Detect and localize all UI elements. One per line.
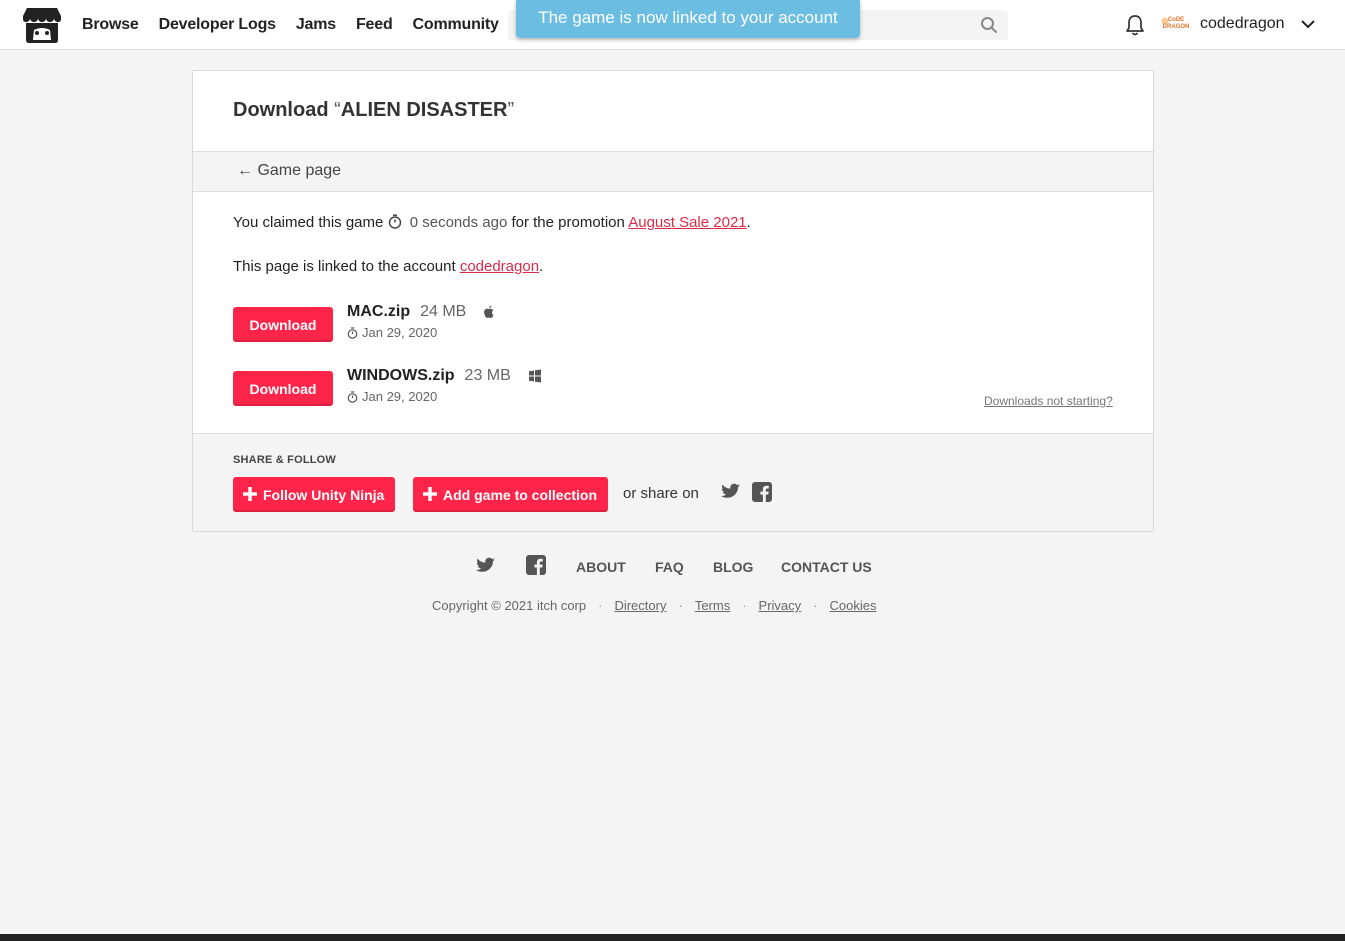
downloads-not-starting-link[interactable]: Downloads not starting? (984, 394, 1113, 408)
claimed-period: . (746, 214, 751, 231)
stopwatch-icon (347, 327, 358, 339)
download-card: Download “ALIEN DISASTER” ← Game page Yo… (192, 70, 1154, 532)
file-name: WINDOWS.zip 23 MB (347, 367, 511, 385)
windows-icon (529, 369, 541, 383)
copyright-row: Copyright © 2021 itch corp · Directory · Ter… (432, 598, 876, 613)
title-quote-close: ” (507, 99, 515, 121)
twitter-icon[interactable] (476, 557, 496, 575)
nav-developer-logs[interactable]: Developer Logs (159, 16, 276, 34)
add-to-collection-label: Add game to collection (443, 486, 598, 503)
claimed-prefix: You claimed this game (233, 214, 384, 231)
file-name-text: WINDOWS.zip (347, 367, 455, 384)
separator: · (742, 598, 747, 613)
footer-faq-link[interactable]: FAQ (655, 559, 684, 575)
back-bar: ← Game page (193, 151, 1153, 192)
claimed-text: You claimed this game 0 seconds ago for … (233, 214, 751, 231)
claimed-middle: for the promotion (511, 214, 625, 231)
nav-feed[interactable]: Feed (356, 16, 393, 34)
plus-icon (423, 487, 437, 501)
nav-jams[interactable]: Jams (296, 16, 336, 34)
bell-icon[interactable] (1124, 14, 1146, 36)
notification-toast: The game is now linked to your account (516, 0, 860, 38)
file-size: 23 MB (464, 367, 511, 384)
arrow-left-icon: ← (237, 162, 253, 179)
copyright-text: Copyright © 2021 itch corp (432, 598, 587, 613)
linked-prefix: This page is linked to the account (233, 258, 456, 275)
linked-period: . (539, 258, 544, 275)
facebook-icon[interactable] (526, 555, 546, 575)
bottom-bar (0, 934, 1345, 941)
game-name: ALIEN DISASTER (340, 99, 508, 121)
svg-text:CoDE: CoDE (1168, 17, 1184, 23)
username-label[interactable]: codedragon (1200, 15, 1285, 33)
follow-button-label: Follow Unity Ninja (263, 486, 385, 503)
twitter-icon[interactable] (721, 483, 741, 501)
or-share-label: or share on (623, 485, 699, 502)
file-date-text: Jan 29, 2020 (362, 325, 438, 340)
nav-community[interactable]: Community (413, 16, 499, 34)
main-nav: Browse Developer Logs Jams Feed Communit… (82, 0, 519, 50)
separator: · (598, 598, 603, 613)
stopwatch-icon (347, 391, 358, 403)
avatar[interactable]: CoDE DRAGON (1160, 13, 1190, 35)
search-icon[interactable] (980, 16, 998, 34)
privacy-link[interactable]: Privacy (759, 598, 802, 613)
page-title: Download “ALIEN DISASTER” (233, 99, 514, 122)
promotion-link[interactable]: August Sale 2021 (628, 214, 746, 231)
download-button[interactable]: Download (233, 371, 333, 406)
linked-account-text: This page is linked to the account coded… (233, 258, 543, 275)
share-follow-section: SHARE & FOLLOW Follow Unity Ninja Add ga… (193, 433, 1153, 531)
facebook-icon[interactable] (752, 482, 772, 502)
linked-account-link[interactable]: codedragon (460, 258, 539, 275)
separator: · (678, 598, 683, 613)
game-page-link[interactable]: ← Game page (237, 162, 341, 180)
download-button[interactable]: Download (233, 307, 333, 342)
site-header: Browse Developer Logs Jams Feed Communit… (0, 0, 1345, 50)
svg-text:DRAGON: DRAGON (1163, 24, 1190, 30)
footer-contact-link[interactable]: CONTACT US (781, 559, 872, 575)
follow-button[interactable]: Follow Unity Ninja (233, 477, 396, 512)
chevron-down-icon[interactable] (1299, 17, 1317, 31)
separator: · (813, 598, 818, 613)
file-name-text: MAC.zip (347, 303, 411, 320)
game-page-label: Game page (257, 162, 342, 179)
directory-link[interactable]: Directory (614, 598, 666, 613)
cookies-link[interactable]: Cookies (830, 598, 877, 613)
title-quote-open: “ (334, 99, 341, 121)
footer-about-link[interactable]: ABOUT (576, 559, 626, 575)
footer-blog-link[interactable]: BLOG (713, 559, 753, 575)
nav-browse[interactable]: Browse (82, 16, 139, 34)
file-date-text: Jan 29, 2020 (362, 389, 438, 404)
file-date: Jan 29, 2020 (347, 325, 437, 340)
file-date: Jan 29, 2020 (347, 389, 437, 404)
itch-logo-icon[interactable] (22, 6, 62, 44)
title-prefix: Download (233, 99, 329, 121)
plus-icon (243, 487, 257, 501)
claimed-time: 0 seconds ago (409, 214, 508, 231)
file-name: MAC.zip 24 MB (347, 303, 466, 321)
stopwatch-icon (388, 214, 401, 229)
apple-icon (484, 305, 494, 318)
add-to-collection-button[interactable]: Add game to collection (413, 477, 609, 512)
terms-link[interactable]: Terms (695, 598, 730, 613)
file-size: 24 MB (420, 303, 467, 320)
share-follow-heading: SHARE & FOLLOW (233, 454, 337, 466)
